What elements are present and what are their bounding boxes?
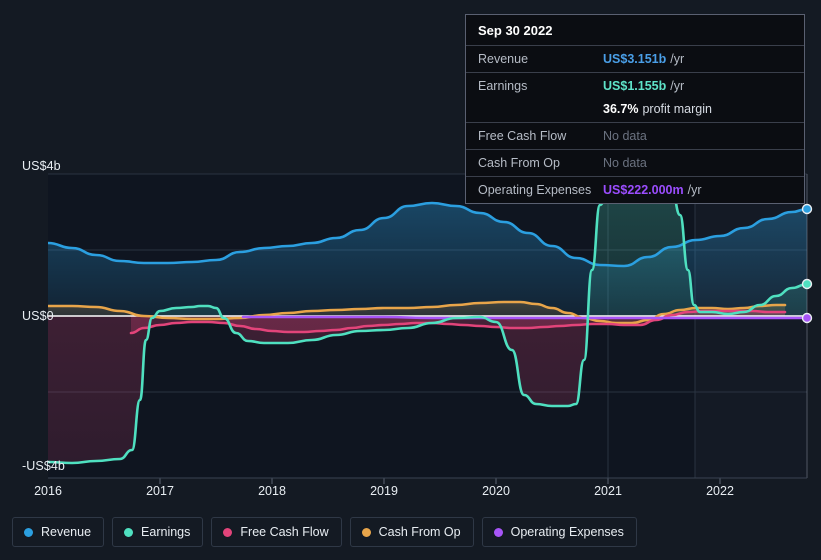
legend-dot-icon — [493, 527, 503, 537]
x-axis-tick-2018: 2018 — [258, 484, 286, 498]
tooltip-row-value-wrap: US$3.151b/yr — [603, 50, 684, 68]
x-axis-tick-2022: 2022 — [706, 484, 734, 498]
legend-item-cash-from-op[interactable]: Cash From Op — [349, 517, 474, 547]
x-axis-tick-2019: 2019 — [370, 484, 398, 498]
x-axis-tick-2021: 2021 — [594, 484, 622, 498]
tooltip-row: Earnings US$1.155b/yr — [466, 72, 804, 99]
tooltip-row-unit: /yr — [687, 183, 702, 197]
legend-item-free-cash-flow[interactable]: Free Cash Flow — [211, 517, 342, 547]
tooltip-row-value: US$222.000m — [603, 183, 684, 197]
tooltip-row-value-wrap: No data — [603, 154, 647, 172]
tooltip-row-value: US$3.151b — [603, 52, 667, 66]
legend-dot-icon — [124, 527, 134, 537]
tooltip-row-value-wrap: No data — [603, 127, 647, 145]
legend-item-label: Earnings — [141, 525, 191, 539]
series-line-operating-expenses — [241, 315, 807, 320]
end-marker-revenue[interactable] — [801, 203, 813, 215]
legend-dot-icon — [223, 527, 233, 537]
tooltip-row-value: 36.7% — [603, 102, 639, 116]
tooltip-row: Cash From Op No data — [466, 149, 804, 176]
chart-legend[interactable]: Revenue Earnings Free Cash Flow Cash From O… — [12, 517, 637, 547]
tooltip-row-value: No data — [603, 156, 647, 170]
tooltip-row-value: No data — [603, 129, 647, 143]
tooltip-row-label: Earnings — [478, 79, 528, 93]
tooltip-row-unit: /yr — [670, 52, 685, 66]
legend-item-earnings[interactable]: Earnings — [112, 517, 204, 547]
legend-item-operating-expenses[interactable]: Operating Expenses — [481, 517, 637, 547]
legend-item-label: Cash From Op — [378, 525, 461, 539]
tooltip-row-label: Revenue — [478, 52, 529, 66]
tooltip-row: Operating Expenses US$222.000m/yr — [466, 176, 804, 203]
tooltip-row: Revenue US$3.151b/yr — [466, 45, 804, 72]
end-marker-operating-expenses[interactable] — [801, 312, 813, 324]
legend-dot-icon — [361, 527, 371, 537]
tooltip-row: 36.7% profit margin — [466, 99, 804, 122]
legend-item-label: Free Cash Flow — [240, 525, 329, 539]
y-axis-label-bottom: -US$4b — [22, 459, 65, 473]
chart-tooltip: Sep 30 2022 Revenue US$3.151b/yr Earnings U… — [465, 14, 805, 204]
x-axis-tick-2020: 2020 — [482, 484, 510, 498]
x-axis-tick-2017: 2017 — [146, 484, 174, 498]
tooltip-row-value-wrap: US$222.000m/yr — [603, 181, 702, 199]
end-marker-earnings[interactable] — [801, 278, 813, 290]
tooltip-row-unit: profit margin — [642, 102, 712, 116]
legend-item-label: Operating Expenses — [510, 525, 624, 539]
legend-dot-icon — [24, 527, 33, 537]
tooltip-row-label: Operating Expenses — [478, 183, 592, 197]
tooltip-row-label: Free Cash Flow — [478, 129, 567, 143]
tooltip-row-value: US$1.155b — [603, 79, 667, 93]
x-axis-tick-2016: 2016 — [34, 484, 62, 498]
legend-item-revenue[interactable]: Revenue — [12, 517, 105, 547]
legend-item-label: Revenue — [41, 525, 92, 539]
tooltip-row-unit: /yr — [670, 79, 685, 93]
tooltip-row: Free Cash Flow No data — [466, 122, 804, 149]
tooltip-rows: Revenue US$3.151b/yr Earnings US$1.155b/yr 3… — [466, 45, 804, 203]
tooltip-row-value-wrap: US$1.155b/yr — [603, 77, 684, 95]
y-axis-label-zero: US$0 — [22, 309, 54, 323]
tooltip-row-value-wrap: 36.7% profit margin — [603, 100, 712, 118]
tooltip-date: Sep 30 2022 — [478, 23, 553, 38]
chart-screenshot: US$4b US$0 -US$4b 2016 2017 2018 2019 2020 20… — [0, 0, 821, 560]
tooltip-row-label: Cash From Op — [478, 156, 560, 170]
y-axis-label-top: US$4b — [22, 159, 61, 173]
